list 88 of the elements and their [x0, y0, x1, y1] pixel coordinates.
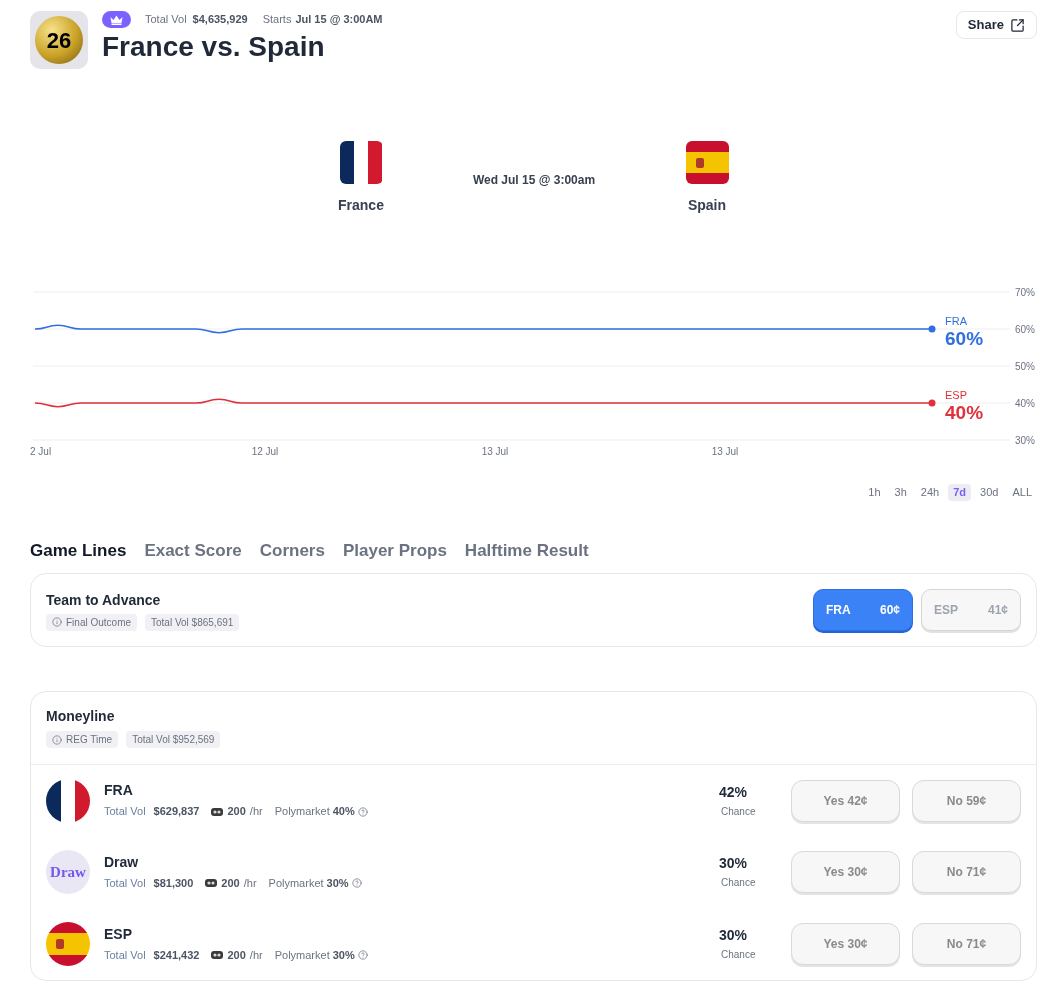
series-value: 40%	[945, 402, 984, 423]
rate-value: 200	[221, 875, 240, 891]
time-range-button[interactable]: 1h	[863, 484, 886, 501]
help-icon	[351, 878, 362, 888]
time-range-button[interactable]: 24h	[915, 484, 945, 501]
source-percent: 40%	[332, 804, 355, 820]
volume-label: Total Vol	[104, 875, 146, 891]
help-icon	[357, 950, 368, 960]
volume-label: Total Vol	[104, 804, 146, 820]
flag-icon	[685, 141, 729, 184]
time-range-button[interactable]: ALL	[1007, 484, 1037, 501]
tag-label: REG Time	[66, 733, 113, 747]
time-range-button[interactable]: 7d	[948, 484, 972, 501]
volume-value: $4,635,929	[192, 12, 248, 28]
tag-label: Final Outcome	[66, 615, 132, 630]
info-icon	[52, 734, 62, 745]
source-label: Polymarket	[274, 804, 330, 820]
team-name: France	[338, 197, 384, 214]
x-axis-label: 2 Jul	[30, 446, 52, 457]
flag-icon	[339, 141, 383, 184]
share-button[interactable]: Share	[955, 11, 1037, 39]
chance-value: 42%	[719, 782, 748, 801]
text-avatar: Draw	[46, 850, 90, 894]
y-axis-label: 70%	[1015, 287, 1035, 298]
external-link-icon	[1010, 17, 1025, 33]
kickoff-time: Wed Jul 15 @ 3:00am	[472, 172, 596, 189]
market-title: Team to Advance	[46, 590, 161, 610]
coin-icon	[211, 807, 224, 816]
time-range-button[interactable]: 3h	[889, 484, 912, 501]
outcome-button[interactable]: FRA 60¢	[813, 589, 913, 631]
coin-icon	[205, 879, 218, 887]
volume-tag: Total Vol $952,569	[126, 731, 221, 748]
start-time: Jul 15 @ 3:00AM	[295, 12, 383, 28]
x-axis-label: 12 Jul	[251, 446, 279, 457]
outcome-name: Draw	[104, 852, 139, 871]
starts-label: Starts	[262, 12, 292, 28]
series-label: ESP	[945, 389, 967, 401]
chance-label: Chance	[721, 948, 756, 962]
outcome-name: FRA	[104, 781, 133, 800]
outcome-name: ESP	[104, 924, 132, 943]
flag-icon	[46, 778, 90, 823]
source-label: Polymarket	[268, 875, 324, 891]
rate-unit: /hr	[249, 804, 263, 820]
y-axis-label: 40%	[1015, 398, 1035, 409]
volume-value: $629,837	[153, 804, 200, 820]
market-tab[interactable]: Player Props	[342, 540, 447, 562]
volume-value: $241,432	[153, 947, 200, 963]
no-button[interactable]: No 71¢	[912, 923, 1021, 965]
chance-value: 30%	[719, 926, 748, 944]
volume-label: Total Vol	[145, 12, 187, 28]
y-axis-label: 50%	[1015, 361, 1035, 372]
flag-icon	[46, 922, 90, 966]
no-button[interactable]: No 59¢	[912, 779, 1021, 822]
rate-unit: /hr	[249, 947, 263, 963]
volume-label: Total Vol	[104, 947, 146, 963]
market-tab[interactable]: Halftime Result	[464, 540, 589, 562]
chance-value: 30%	[719, 854, 748, 872]
no-button[interactable]: No 71¢	[912, 851, 1021, 893]
volume-value: $81,300	[153, 875, 194, 891]
rate-unit: /hr	[243, 875, 257, 891]
chance-label: Chance	[721, 804, 756, 819]
rate-value: 200	[227, 804, 246, 820]
info-icon	[52, 617, 62, 627]
market-tab[interactable]: Exact Score	[144, 540, 242, 562]
volume-tag: Total Vol $865,691	[145, 613, 240, 631]
rate-value: 200	[227, 947, 246, 963]
x-axis-label: 13 Jul	[711, 446, 739, 457]
team-name: Spain	[687, 197, 727, 214]
y-axis-label: 60%	[1015, 324, 1035, 335]
market-title: Moneyline	[46, 707, 115, 726]
series-value: 60%	[945, 328, 984, 349]
y-axis-label: 30%	[1015, 435, 1035, 446]
crown-icon	[102, 11, 131, 28]
series-label: FRA	[945, 315, 967, 327]
event-title: France vs. Spain	[102, 31, 325, 63]
source-percent: 30%	[326, 875, 349, 891]
source-percent: 30%	[332, 947, 355, 963]
yes-button[interactable]: Yes 30¢	[791, 851, 900, 893]
yes-button[interactable]: Yes 42¢	[791, 779, 900, 822]
source-label: Polymarket	[274, 947, 330, 963]
x-axis-label: 13 Jul	[481, 446, 509, 457]
coin-icon	[211, 951, 224, 959]
yes-button[interactable]: Yes 30¢	[791, 923, 900, 965]
market-tab[interactable]: Corners	[259, 540, 325, 562]
help-icon	[357, 806, 368, 817]
market-tab[interactable]: Game Lines	[30, 540, 127, 562]
time-range-button[interactable]: 30d	[975, 484, 1004, 501]
chance-label: Chance	[721, 876, 756, 890]
